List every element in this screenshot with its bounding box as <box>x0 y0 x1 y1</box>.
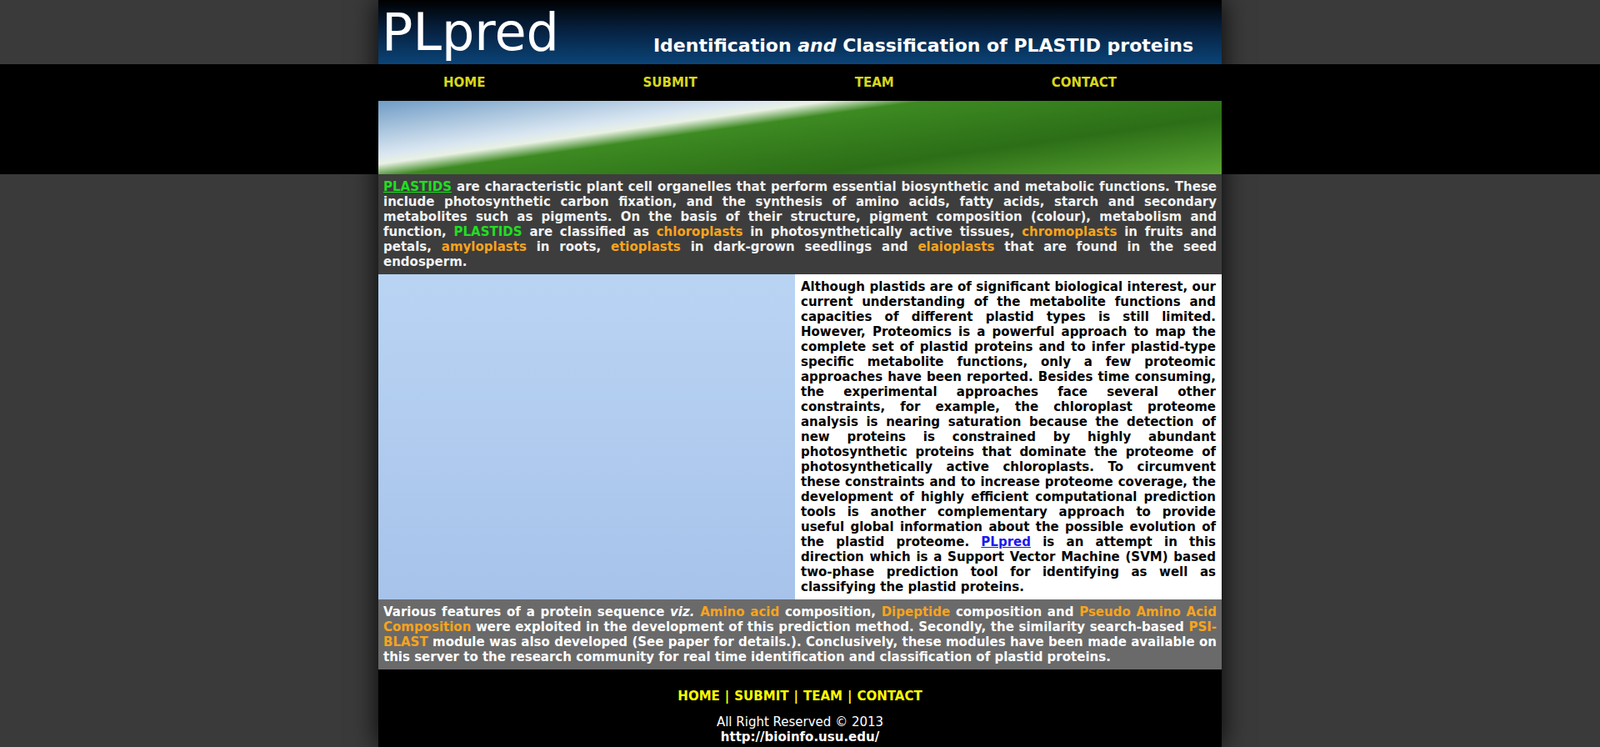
footer-url[interactable]: http://bioinfo.usu.edu/ <box>720 729 880 745</box>
plastid-diagram <box>378 274 795 600</box>
text-run: composition, <box>779 604 881 620</box>
text-run: Dipeptide <box>881 604 950 620</box>
text-link[interactable]: PLASTIDS <box>383 179 452 195</box>
text-run: Classification of PLASTID proteins <box>835 35 1194 56</box>
text-run: amyloplasts <box>441 239 527 255</box>
text-run: elaioplasts <box>917 239 995 255</box>
footer-link[interactable]: CONTACT <box>856 687 922 705</box>
text-run: module was also developed (See paper for… <box>383 634 1217 665</box>
text-link[interactable]: PLpred <box>980 534 1031 550</box>
footer-separator: | <box>725 687 730 705</box>
text-run: Identification <box>653 35 798 56</box>
about-text: Although plastids are of significant bio… <box>795 274 1222 600</box>
text-run: viz. <box>670 604 695 620</box>
copyright: All Right Reserved © 2013 <box>716 714 884 730</box>
text-run: Although plastids are of significant bio… <box>800 279 1216 550</box>
site-logo[interactable]: PLpred <box>381 2 560 65</box>
about-section: Although plastids are of significant bio… <box>378 274 1222 600</box>
text-run: are classified as <box>522 224 657 240</box>
footer-link[interactable]: SUBMIT <box>734 687 789 705</box>
text-run: were exploited in the development of thi… <box>470 619 1189 635</box>
text-run: chromoplasts <box>1021 224 1117 240</box>
footer-links: HOME|SUBMIT|TEAM|CONTACT <box>677 687 922 705</box>
text-run: in dark-grown seedlings and <box>680 239 919 255</box>
text-run: in roots, <box>526 239 611 255</box>
footer-link[interactable]: HOME <box>677 687 720 705</box>
text-run: Amino acid <box>700 604 780 620</box>
text-run: etioplasts <box>610 239 681 255</box>
intro-text: PLASTIDS are characteristic plant cell o… <box>378 174 1222 275</box>
nav-link[interactable]: HOME <box>443 74 485 91</box>
site-footer: HOME|SUBMIT|TEAM|CONTACT All Right Reser… <box>378 669 1222 745</box>
text-run: Various features of a protein sequence <box>383 604 670 620</box>
nav-link[interactable]: CONTACT <box>1051 74 1117 91</box>
text-run: composition and <box>950 604 1080 620</box>
footer-separator: | <box>793 687 798 705</box>
nav-link[interactable]: SUBMIT <box>643 74 698 91</box>
footer-separator: | <box>847 687 852 705</box>
nav-link[interactable]: TEAM <box>855 74 895 91</box>
nav-bar: HOME SUBMIT TEAM CONTACT <box>378 64 1222 101</box>
text-run: chloroplasts <box>656 224 744 240</box>
text-run <box>694 604 700 620</box>
site-header: PLpred Identification and Classification… <box>378 0 1222 65</box>
text-run: PLASTIDS <box>454 224 523 240</box>
site-title: Identification and Classification of PLA… <box>653 34 1219 65</box>
banner-image <box>378 100 1222 175</box>
footer-link[interactable]: TEAM <box>803 687 843 705</box>
text-run: in photosynthetically active tissues, <box>742 224 1022 240</box>
page-column: PLpred Identification and Classification… <box>378 0 1222 747</box>
text-run: and <box>797 35 836 56</box>
features-text: Various features of a protein sequence v… <box>378 599 1222 670</box>
